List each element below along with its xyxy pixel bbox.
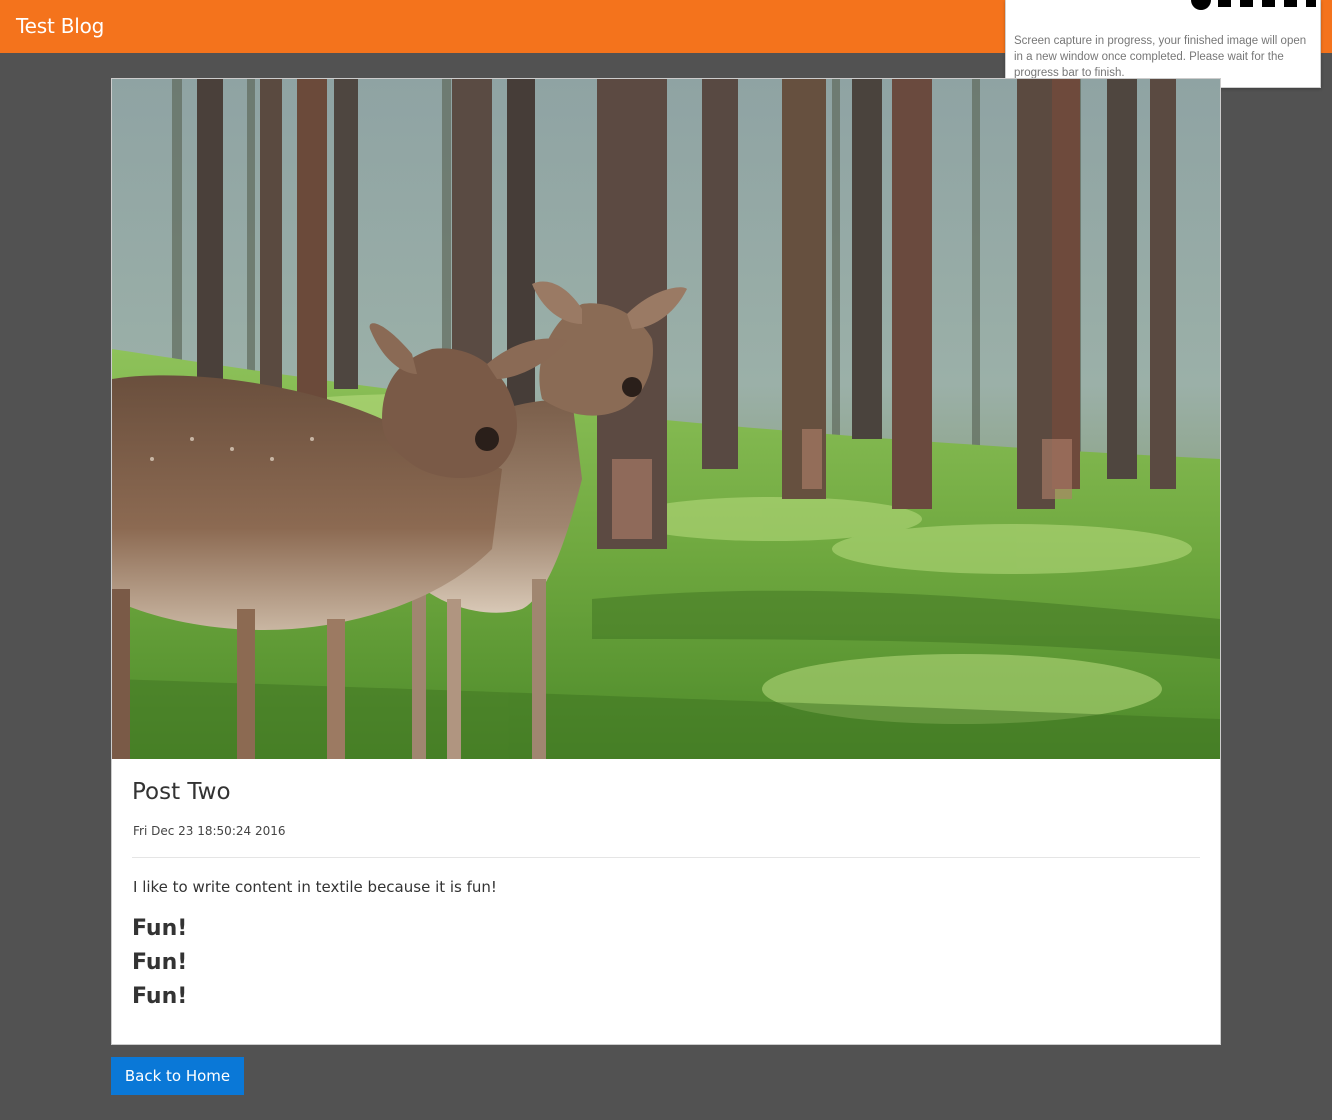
- post-heading: Fun!: [132, 950, 188, 975]
- post-heading: Fun!: [132, 984, 188, 1009]
- post-heading: Fun!: [132, 916, 188, 941]
- post-card: Post Two Fri Dec 23 18:50:24 2016 I like…: [111, 78, 1221, 1045]
- post-headings: Fun! Fun! Fun!: [132, 914, 187, 1016]
- deer-in-forest-photo: [112, 79, 1220, 759]
- post-date: Fri Dec 23 18:50:24 2016: [133, 824, 286, 838]
- brand-link[interactable]: Test Blog: [16, 14, 104, 38]
- post-hero-image: [112, 79, 1220, 759]
- back-to-home-button[interactable]: Back to Home: [111, 1057, 244, 1095]
- post-divider: [132, 857, 1200, 858]
- progress-bar-icon: [1191, 0, 1316, 10]
- post-title: Post Two: [132, 779, 231, 805]
- screen-capture-popup: Screen capture in progress, your finishe…: [1005, 0, 1321, 88]
- capture-message: Screen capture in progress, your finishe…: [1014, 35, 1307, 79]
- post-body: I like to write content in textile becau…: [133, 878, 497, 896]
